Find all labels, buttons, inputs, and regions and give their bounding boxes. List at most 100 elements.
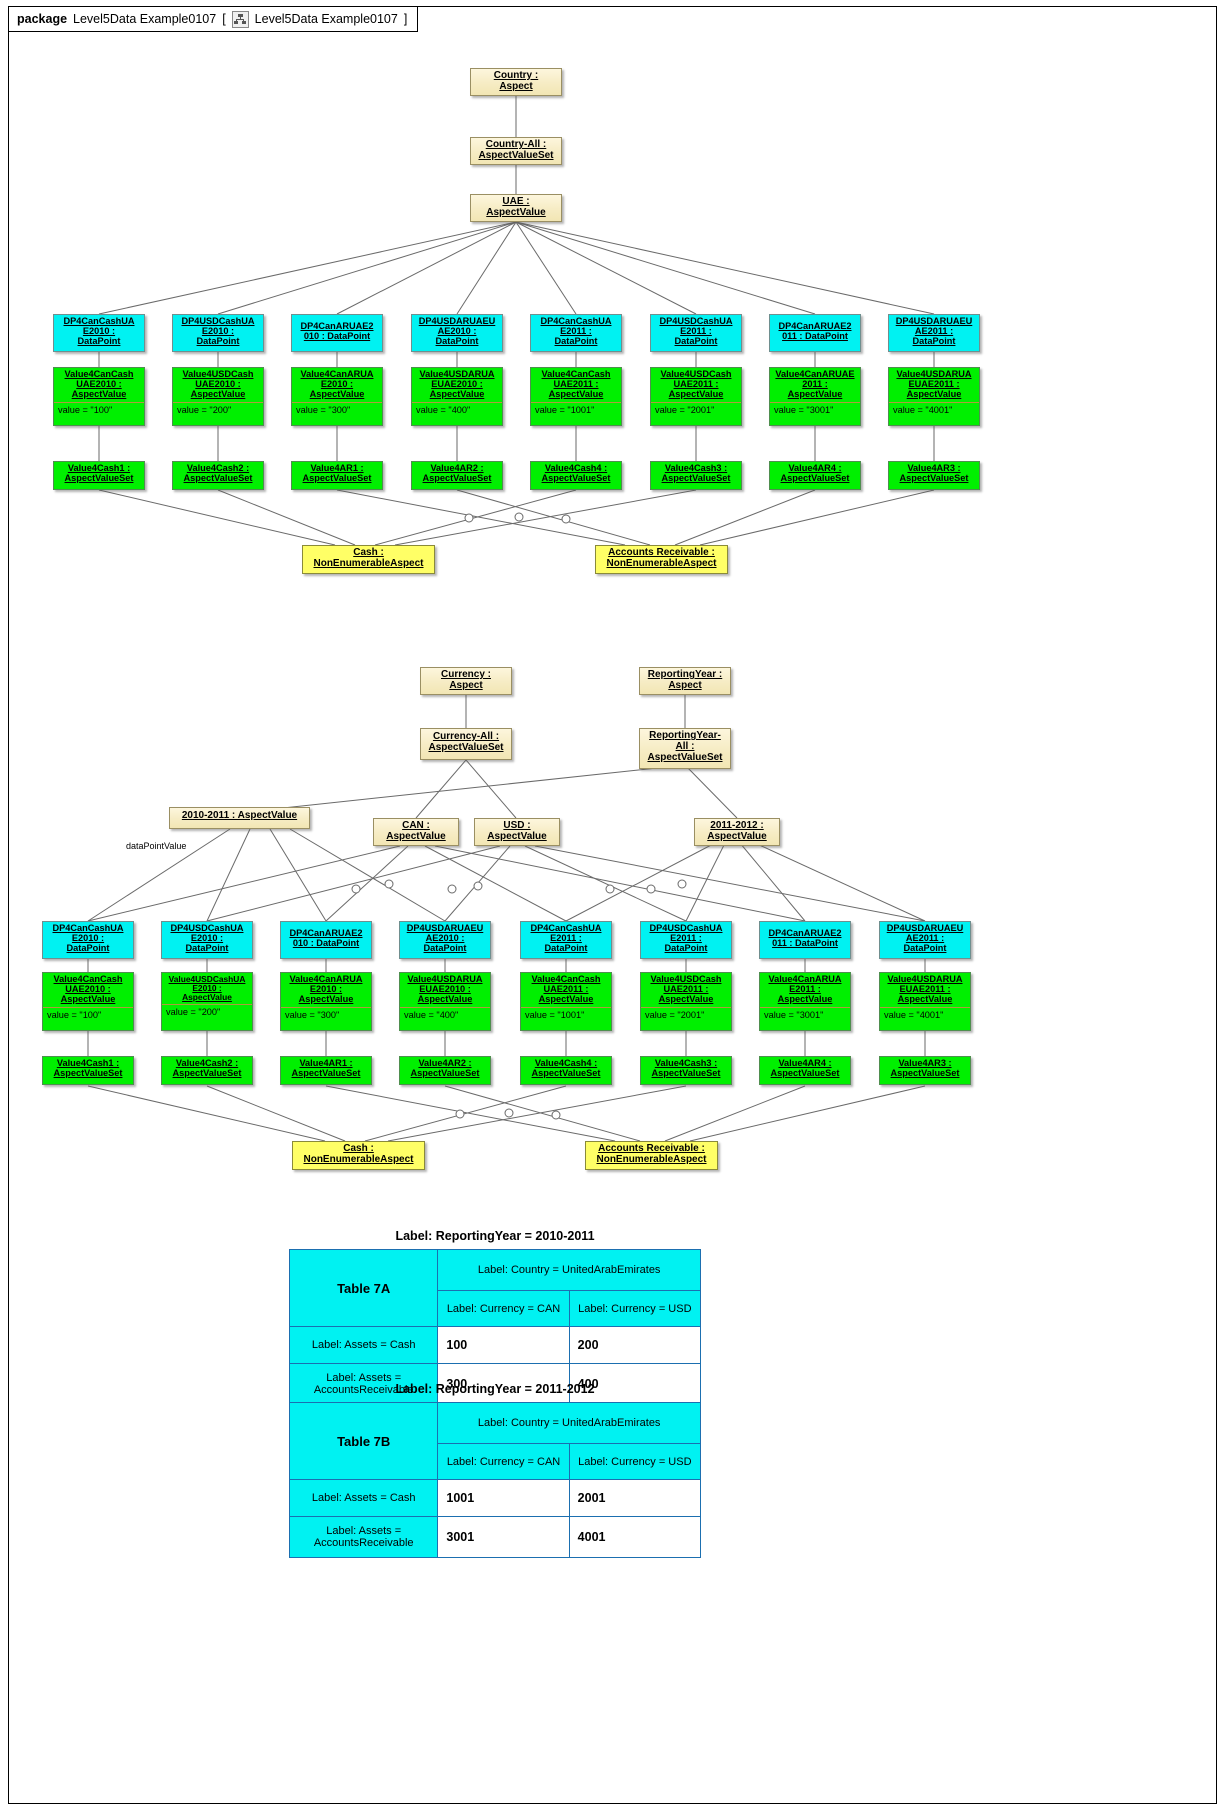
node-value: value = "3001" xyxy=(770,401,860,417)
node-datapoint[interactable]: DP4CanCashUA E2010 : DataPoint xyxy=(42,921,134,959)
diagram-canvas: package Level5Data Example0107 [ Level5D… xyxy=(0,0,1228,1812)
node-2011-2012-aspectvalue[interactable]: 2011-2012 : AspectValue xyxy=(694,818,780,846)
node-line-3: AspectValue xyxy=(897,993,953,1004)
table-row: Label: Assets = AccountsReceivable 3001 … xyxy=(288,1516,702,1558)
node-aspectvalueset[interactable]: Value4Cash3 : AspectValueSet xyxy=(640,1056,732,1085)
node-line-3: AspectValue xyxy=(658,993,714,1004)
node-uae-aspectvalue[interactable]: UAE : AspectValue xyxy=(470,194,562,222)
node-datapoint[interactable]: DP4CanARUAE2 010 : DataPoint xyxy=(280,921,372,959)
node-aspectvalueset[interactable]: Value4Cash2 : AspectValueSet xyxy=(161,1056,253,1085)
node-aspectvalue[interactable]: Value4CanARUAE2011 :AspectValuevalue = "… xyxy=(759,972,851,1031)
node-datapoint[interactable]: DP4USDCashUA E2011 : DataPoint xyxy=(640,921,732,959)
node-line-2: 011 : DataPoint xyxy=(782,330,848,341)
node-aspectvalue[interactable]: Value4USDCashUAE2010 :AspectValuevalue =… xyxy=(172,367,264,426)
node-datapoint[interactable]: DP4CanARUAE2 011 : DataPoint xyxy=(759,921,851,959)
node-2010-2011-aspectvalue[interactable]: 2010-2011 : AspectValue xyxy=(169,807,310,829)
node-line-2: AspectValueSet xyxy=(53,1067,123,1078)
node-aspectvalue[interactable]: Value4CanARUAE2011 :AspectValuevalue = "… xyxy=(769,367,861,426)
node-reportingyear-aspect[interactable]: ReportingYear : Aspect xyxy=(639,667,731,695)
node-line-2: AspectValueSet xyxy=(780,472,850,483)
node-cash-nonenumerableaspect[interactable]: Cash : NonEnumerableAspect xyxy=(292,1141,425,1170)
node-datapoint[interactable]: DP4CanCashUA E2010 : DataPoint xyxy=(53,314,145,352)
node-datapoint[interactable]: DP4USDARUAEU AE2011 : DataPoint xyxy=(879,921,971,959)
node-line-1: 2010-2011 : AspectValue xyxy=(181,810,298,821)
node-aspectvalueset[interactable]: Value4Cash4 : AspectValueSet xyxy=(520,1056,612,1085)
node-aspectvalueset[interactable]: Value4Cash1 : AspectValueSet xyxy=(53,461,145,490)
node-country-aspect[interactable]: Country : Aspect xyxy=(470,68,562,96)
node-datapoint[interactable]: DP4USDARUAEU AE2010 : DataPoint xyxy=(411,314,503,352)
package-name: Level5Data Example0107 xyxy=(73,12,217,26)
table-7b-cell-cash-usd: 2001 xyxy=(568,1479,702,1517)
node-aspectvalueset[interactable]: Value4Cash2 : AspectValueSet xyxy=(172,461,264,490)
node-line-2: AspectValue xyxy=(486,206,546,218)
node-aspectvalueset[interactable]: Value4Cash1 : AspectValueSet xyxy=(42,1056,134,1085)
node-country-all-aspectvalueset[interactable]: Country-All : AspectValueSet xyxy=(470,137,562,165)
node-line-2: AspectValue xyxy=(386,830,446,842)
node-reportingyear-all-aspectvalueset[interactable]: ReportingYear- All : AspectValueSet xyxy=(639,728,731,769)
node-aspectvalue[interactable]: Value4CanCash UAE2011 : AspectValue value =… xyxy=(520,972,612,1031)
node-datapoint[interactable]: DP4CanCashUA E2011 : DataPoint xyxy=(520,921,612,959)
node-line-3: AspectValue xyxy=(787,388,843,399)
node-value: value = "100" xyxy=(43,1006,133,1022)
node-line-3: DataPoint xyxy=(664,942,708,953)
table-7b-cell-cash-can: 1001 xyxy=(437,1479,570,1517)
node-value: value = "1001" xyxy=(521,1006,611,1022)
node-aspectvalueset[interactable]: Value4AR1 : AspectValueSet xyxy=(291,461,383,490)
node-line-2: AspectValue xyxy=(707,830,767,842)
table-row: Label: Assets = Cash 1001 2001 xyxy=(288,1479,702,1517)
node-datapoint[interactable]: DP4USDARUAEU AE2011 : DataPoint xyxy=(888,314,980,352)
node-aspectvalueset[interactable]: Value4Cash3 : AspectValueSet xyxy=(650,461,742,490)
node-currency-all-aspectvalueset[interactable]: Currency-All : AspectValueSet xyxy=(420,728,512,760)
node-line-3: DataPoint xyxy=(66,942,110,953)
node-datapoint[interactable]: DP4CanARUAE2 011 : DataPoint xyxy=(769,314,861,352)
node-cash-nonenumerableaspect[interactable]: Cash : NonEnumerableAspect xyxy=(302,545,435,574)
node-aspectvalueset[interactable]: Value4AR4 : AspectValueSet xyxy=(769,461,861,490)
node-accountsreceivable-nonenumerableaspect[interactable]: Accounts Receivable : NonEnumerableAspect xyxy=(595,545,728,574)
node-aspectvalueset[interactable]: Value4AR2 : AspectValueSet xyxy=(399,1056,491,1085)
node-datapoint[interactable]: DP4USDARUAEU AE2010 : DataPoint xyxy=(399,921,491,959)
table-7b-name: Table 7B xyxy=(288,1402,439,1480)
node-aspectvalueset[interactable]: Value4AR4 : AspectValueSet xyxy=(759,1056,851,1085)
node-line-3: DataPoint xyxy=(903,942,947,953)
node-line-2: 011 : DataPoint xyxy=(772,937,838,948)
node-aspectvalue[interactable]: Value4USDCashUAE2010 :AspectValuevalue =… xyxy=(161,972,253,1031)
node-line-3: DataPoint xyxy=(554,335,598,346)
table-7a-col-header-can: Label: Currency = CAN xyxy=(437,1290,570,1327)
node-aspectvalue[interactable]: Value4CanARUA E2010 : AspectValue value = "… xyxy=(280,972,372,1031)
node-currency-aspect[interactable]: Currency : Aspect xyxy=(420,667,512,695)
node-line-2: NonEnumerableAspect xyxy=(596,1153,707,1165)
node-aspectvalue[interactable]: Value4CanCash UAE2011 : AspectValue value =… xyxy=(530,367,622,426)
node-value: value = "300" xyxy=(292,401,382,417)
node-aspectvalueset[interactable]: Value4AR3 : AspectValueSet xyxy=(879,1056,971,1085)
node-datapoint[interactable]: DP4USDCashUA E2011 : DataPoint xyxy=(650,314,742,352)
node-aspectvalue[interactable]: Value4USDCash UAE2011 : AspectValue value =… xyxy=(640,972,732,1031)
node-aspectvalue[interactable]: Value4USDARUA EUAE2011 : AspectValue value … xyxy=(879,972,971,1031)
node-aspectvalue[interactable]: Value4USDARUA EUAE2010 : AspectValue value … xyxy=(399,972,491,1031)
node-datapoint[interactable]: DP4CanCashUA E2011 : DataPoint xyxy=(530,314,622,352)
node-aspectvalue[interactable]: Value4USDARUA EUAE2011 : AspectValue value … xyxy=(888,367,980,426)
node-aspectvalueset[interactable]: Value4AR1 : AspectValueSet xyxy=(280,1056,372,1085)
node-line-3: AspectValue xyxy=(777,993,833,1004)
node-line-2: NonEnumerableAspect xyxy=(313,557,424,569)
node-can-aspectvalue[interactable]: CAN : AspectValue xyxy=(373,818,459,846)
node-aspectvalueset[interactable]: Value4AR3 : AspectValueSet xyxy=(888,461,980,490)
node-aspectvalueset[interactable]: Value4AR2 : AspectValueSet xyxy=(411,461,503,490)
node-line-2: 010 : DataPoint xyxy=(303,330,371,341)
node-aspectvalueset[interactable]: Value4Cash4 : AspectValueSet xyxy=(530,461,622,490)
node-line-2: AspectValueSet xyxy=(410,1067,480,1078)
node-accountsreceivable-nonenumerableaspect[interactable]: Accounts Receivable : NonEnumerableAspect xyxy=(585,1141,718,1170)
node-datapoint[interactable]: DP4CanARUAE2 010 : DataPoint xyxy=(291,314,383,352)
node-aspectvalue[interactable]: Value4CanCash UAE2010 : AspectValue value =… xyxy=(53,367,145,426)
node-aspectvalue[interactable]: Value4USDCash UAE2011 : AspectValue value =… xyxy=(650,367,742,426)
node-aspectvalue[interactable]: Value4CanCash UAE2010 : AspectValue value =… xyxy=(42,972,134,1031)
node-usd-aspectvalue[interactable]: USD : AspectValue xyxy=(474,818,560,846)
node-line-3: AspectValue xyxy=(417,993,473,1004)
diagram-icon xyxy=(231,10,249,28)
table-7a-name: Table 7A xyxy=(288,1249,439,1327)
node-line-2: AspectValueSet xyxy=(291,1067,361,1078)
node-line-3: AspectValue xyxy=(309,388,365,399)
node-aspectvalue[interactable]: Value4CanARUA E2010 : AspectValue value = "… xyxy=(291,367,383,426)
node-aspectvalue[interactable]: Value4USDARUA EUAE2010 : AspectValue value … xyxy=(411,367,503,426)
node-datapoint[interactable]: DP4USDCashUA E2010 : DataPoint xyxy=(161,921,253,959)
node-datapoint[interactable]: DP4USDCashUA E2010 : DataPoint xyxy=(172,314,264,352)
